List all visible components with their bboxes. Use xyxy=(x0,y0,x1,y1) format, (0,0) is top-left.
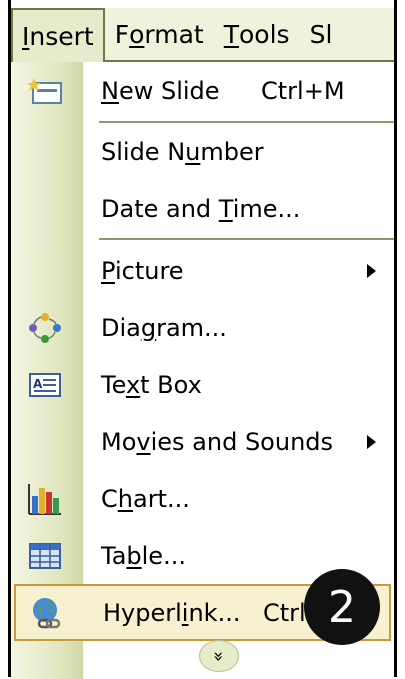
shortcut-new-slide: Ctrl+M xyxy=(261,76,345,105)
menu-item-diagram[interactable]: Diagram... xyxy=(11,299,394,356)
svg-text:A: A xyxy=(33,377,43,391)
step-number-badge: 2 xyxy=(304,569,380,645)
menu-separator xyxy=(99,238,394,240)
menu-slide-show[interactable]: Sl xyxy=(300,8,343,60)
menu-item-picture[interactable]: Picture xyxy=(11,242,394,299)
chart-icon xyxy=(25,482,65,516)
table-icon xyxy=(25,539,65,573)
menu-insert[interactable]: Insert xyxy=(11,8,105,62)
menu-format[interactable]: Fo rmat xyxy=(105,8,214,60)
hyperlink-icon xyxy=(27,596,67,630)
diagram-icon xyxy=(25,311,65,345)
menu-tools[interactable]: Tools xyxy=(214,8,300,60)
menu-bar: Insert Fo rmat Tools Sl xyxy=(11,8,394,62)
menu-item-movies-sounds[interactable]: Movies and Sounds xyxy=(11,413,394,470)
menu-item-date-time[interactable]: Date and Time... xyxy=(11,180,394,237)
new-slide-icon xyxy=(25,74,65,108)
menu-item-text-box[interactable]: A Text Box xyxy=(11,356,394,413)
menu-item-slide-number[interactable]: Slide Number xyxy=(11,123,394,180)
shortcut-hyperlink: Ctrl xyxy=(263,598,306,627)
expand-menu-chevron-icon[interactable]: » xyxy=(199,640,239,672)
text-box-icon: A xyxy=(25,368,65,402)
submenu-arrow-icon xyxy=(367,263,376,278)
menu-item-chart[interactable]: Chart... xyxy=(11,470,394,527)
menu-item-new-slide[interactable]: New Slide Ctrl+M xyxy=(11,62,394,119)
submenu-arrow-icon xyxy=(367,434,376,449)
